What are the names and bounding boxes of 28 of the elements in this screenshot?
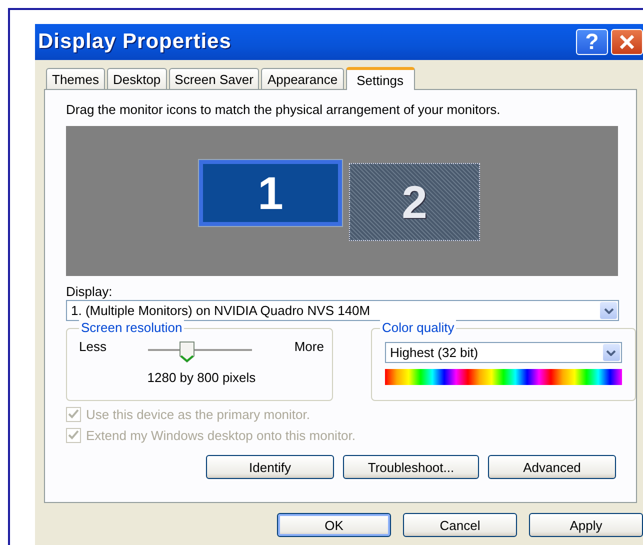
close-icon (618, 33, 636, 51)
button[interactable]: OK (277, 513, 391, 537)
less-label: Less (79, 339, 106, 354)
help-button[interactable]: ? (576, 29, 608, 55)
button[interactable]: Identify (206, 455, 334, 479)
display-dropdown[interactable]: 1. (Multiple Monitors) on NVIDIA Quadro NVS 140M (66, 300, 619, 321)
button[interactable]: Advanced (488, 455, 616, 479)
tab[interactable]: Settings (346, 67, 415, 90)
button[interactable]: Apply (529, 513, 643, 537)
group-title: Color quality (380, 320, 456, 336)
tab[interactable]: Desktop (106, 68, 167, 89)
instruction-text: Drag the monitor icons to match the physical arrangement of your monitors. (66, 102, 502, 119)
monitor-icon[interactable]: 2 (349, 163, 480, 241)
display-label: Display: (66, 284, 114, 300)
tab[interactable]: Appearance (261, 68, 344, 89)
more-label: More (294, 339, 324, 354)
resolution-reading: 1280 by 800 pixels (146, 370, 257, 385)
close-button[interactable] (611, 29, 643, 55)
button[interactable]: Cancel (403, 513, 517, 537)
monitor-icon[interactable]: 1 (199, 160, 342, 226)
checkbox-label: Extend my Windows desktop onto this monitor. (86, 428, 356, 442)
tab[interactable]: Screen Saver (168, 68, 260, 89)
checkbox-label: Use this device as the primary monitor. (86, 406, 310, 422)
button[interactable]: Troubleshoot... (343, 455, 479, 479)
slider-thumb[interactable] (178, 341, 195, 363)
color-quality-dropdown[interactable]: Highest (32 bit) (384, 342, 622, 363)
window-title: Display Properties (38, 30, 232, 54)
tab[interactable]: Themes (46, 68, 105, 89)
